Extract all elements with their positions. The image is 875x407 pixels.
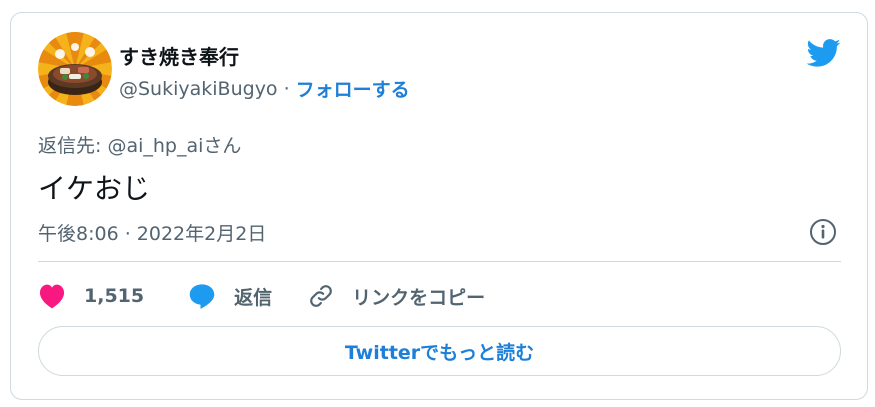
reply-to-line: 返信先: @ai_hp_aiさん [38, 131, 241, 158]
embedded-tweet-card: すき焼き奉行 @SukiyakiBugyo · フォローする 返信先: @ai_… [10, 12, 868, 400]
sukiyaki-avatar-image [38, 32, 112, 106]
reply-to-suffix: さん [203, 135, 242, 157]
author-handle[interactable]: @SukiyakiBugyo [119, 78, 278, 100]
follow-link[interactable]: フォローする [296, 75, 410, 102]
heart-icon [39, 284, 65, 309]
author-handle-row: @SukiyakiBugyo · フォローする [119, 75, 410, 102]
tweet-text: イケおじ [38, 172, 151, 205]
copy-link-button[interactable]: リンクをコピー [308, 283, 485, 310]
reply-bubble-icon [189, 284, 215, 309]
reply-label: 返信 [234, 286, 273, 309]
link-icon [310, 285, 332, 307]
info-icon[interactable] [809, 218, 837, 246]
tweet-actions: 1,515 返信 リンクをコピー [38, 278, 485, 314]
like-button[interactable]: 1,515 [38, 283, 144, 309]
read-more-button[interactable]: Twitterでもっと読む [38, 326, 841, 376]
like-count: 1,515 [84, 285, 145, 307]
avatar[interactable] [38, 32, 112, 106]
separator-dot: · [283, 77, 290, 100]
tweet-timestamp[interactable]: 午後8:06 · 2022年2月2日 [38, 219, 266, 246]
copy-link-label: リンクをコピー [352, 286, 486, 309]
reply-to-prefix: 返信先: [38, 135, 108, 157]
reply-to-handle[interactable]: @ai_hp_ai [107, 135, 203, 157]
reply-button[interactable]: 返信 [188, 283, 272, 310]
twitter-bird-icon[interactable] [805, 35, 841, 71]
author-display-name[interactable]: すき焼き奉行 [119, 41, 239, 70]
divider [38, 261, 841, 262]
